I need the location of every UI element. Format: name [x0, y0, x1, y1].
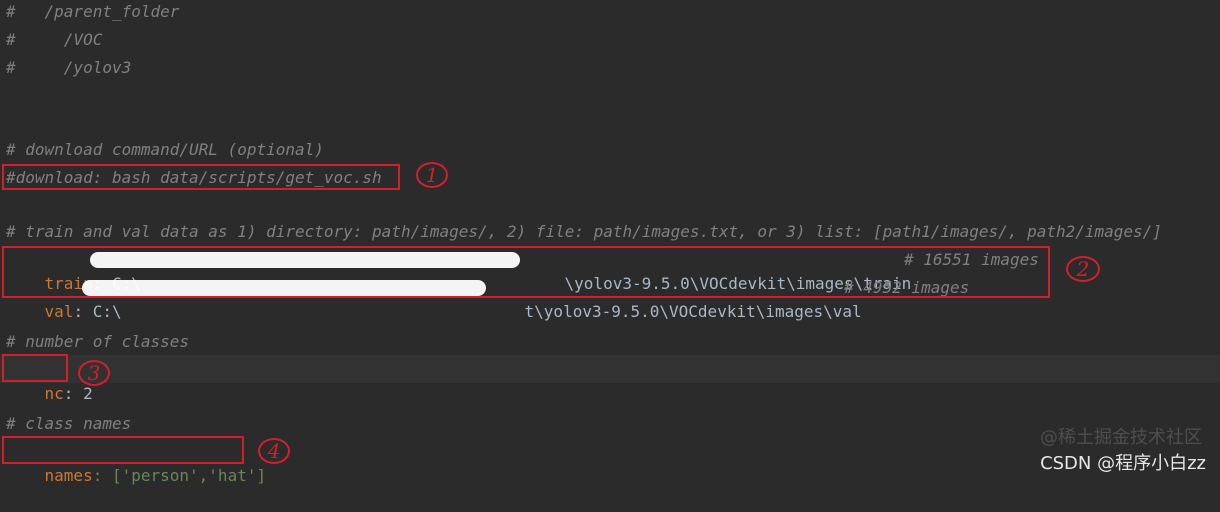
- nc-key: nc: [44, 384, 64, 403]
- val-key: val: [44, 302, 74, 321]
- nc-value: : 2: [63, 384, 93, 403]
- nc-comment: # number of classes: [6, 332, 190, 351]
- annotation-number-1: 1: [416, 162, 448, 188]
- annotation-number-3: 3: [78, 360, 110, 386]
- annotation-box-nc: [2, 354, 68, 382]
- val-prefix: : C:\: [73, 302, 122, 321]
- names-key: names: [44, 466, 93, 485]
- code-line-2: # /VOC: [6, 30, 103, 49]
- code-editor[interactable]: # /parent_folder # /VOC # /yolov3 # down…: [0, 0, 1220, 485]
- annotation-box-paths: [2, 246, 1050, 298]
- val-suffix: t\yolov3-9.5.0\VOCdevkit\images\val: [524, 302, 862, 321]
- annotation-number-4: 4: [258, 438, 290, 464]
- download-comment: # download command/URL (optional): [6, 140, 324, 159]
- data-comment: # train and val data as 1) directory: pa…: [6, 222, 1162, 241]
- watermark-csdn: CSDN @程序小白zz: [1040, 453, 1206, 474]
- code-line-1: # /parent_folder: [6, 2, 180, 21]
- names-value: : ['person','hat']: [92, 466, 267, 485]
- names-comment: # class names: [6, 414, 132, 433]
- watermark-juejin: @稀土掘金技术社区: [1040, 427, 1202, 448]
- annotation-number-2: 2: [1066, 256, 1100, 282]
- current-line-highlight: [0, 355, 1220, 383]
- annotation-box-download: [2, 164, 400, 190]
- code-line-3: # /yolov3: [6, 58, 132, 77]
- annotation-box-names: [2, 436, 244, 464]
